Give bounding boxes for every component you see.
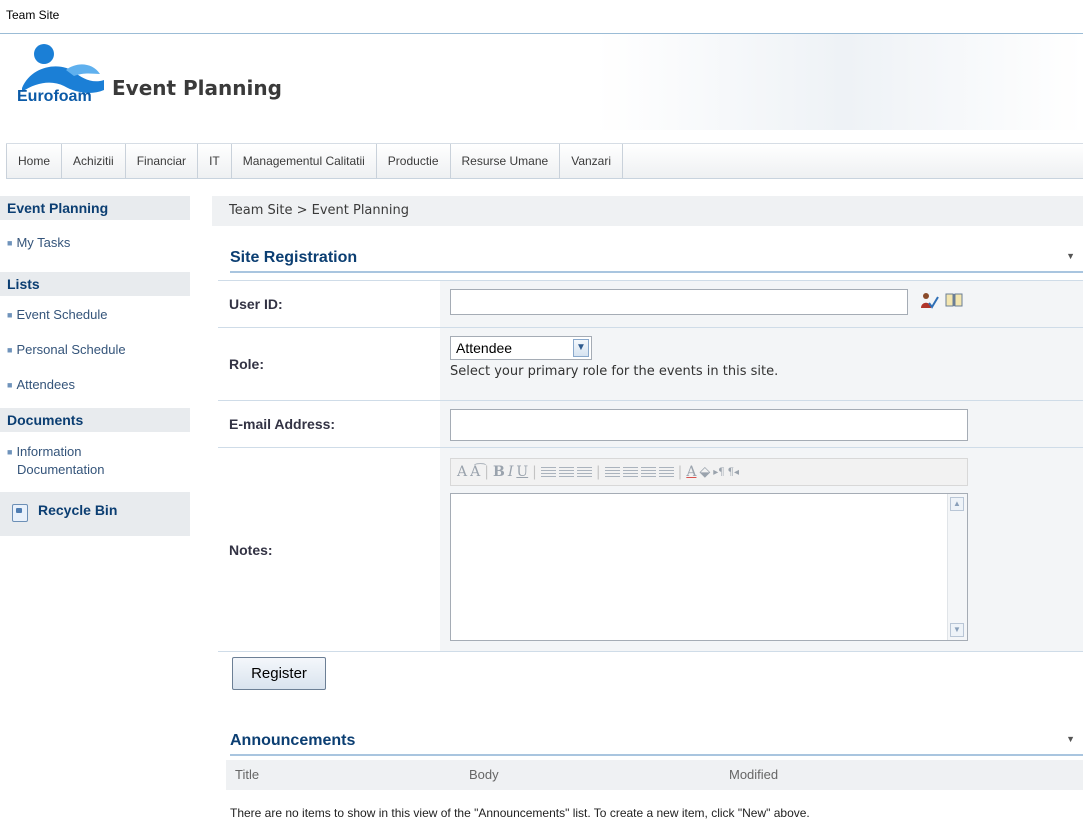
top-site-link[interactable]: Team Site [6, 8, 59, 22]
quick-launch-event-schedule[interactable]: ■ Event Schedule [0, 306, 190, 324]
quick-launch-lists[interactable]: Lists [0, 272, 190, 297]
bullet-icon: ■ [7, 447, 13, 458]
numbered-list-icon[interactable] [604, 466, 620, 478]
italic-icon[interactable]: I [508, 464, 514, 480]
top-bar: Team Site [0, 0, 1083, 34]
increase-indent-icon[interactable] [658, 466, 674, 478]
quick-launch-personal-schedule-label: Personal Schedule [16, 342, 126, 358]
web-part-menu-icon[interactable]: ▼ [1066, 251, 1075, 261]
quick-launch-documents[interactable]: Documents [0, 408, 190, 433]
email-label: E-mail Address: [229, 416, 336, 432]
nav-item-resurse-umane[interactable]: Resurse Umane [451, 144, 561, 178]
site-title[interactable]: Event Planning [112, 76, 282, 100]
nav-item-financiar[interactable]: Financiar [126, 144, 199, 178]
text-color-icon[interactable]: A [686, 464, 696, 480]
quick-launch-information-documentation[interactable]: ■ Information Documentation [0, 443, 127, 478]
nav-item-home[interactable]: Home [6, 144, 63, 178]
breadcrumb-text[interactable]: Team Site > Event Planning [212, 203, 409, 218]
bulleted-list-icon[interactable] [622, 466, 638, 478]
quick-launch-event-planning[interactable]: Event Planning [0, 196, 190, 220]
quick-launch-attendees-label: Attendees [16, 377, 75, 393]
role-hint: Select your primary role for the events … [450, 364, 779, 379]
role-field-cell: Attendee ▼ Select your primary role for … [440, 328, 1083, 400]
quick-launch-attendees[interactable]: ■ Attendees [0, 376, 190, 394]
site-header: Eurofoam Event Planning [0, 34, 1083, 130]
web-part-menu-icon[interactable]: ▼ [1066, 734, 1075, 744]
align-left-icon[interactable] [540, 466, 556, 478]
eurofoam-logo-icon[interactable] [14, 40, 104, 120]
right-to-left-icon[interactable]: ¶◂ [728, 467, 739, 478]
email-field-cell [440, 401, 1083, 447]
top-navigation: Home Achizitii Financiar IT Managementul… [6, 143, 1083, 179]
scroll-up-icon[interactable]: ▲ [950, 497, 964, 511]
toolbar-divider: | [595, 464, 601, 480]
logo-text: Eurofoam [17, 88, 92, 105]
column-header-title[interactable]: Title [235, 767, 259, 782]
toolbar-divider: | [532, 464, 537, 480]
user-id-label: User ID: [229, 296, 283, 312]
quick-launch-my-tasks[interactable]: ■ My Tasks [0, 234, 190, 252]
bullet-icon: ■ [7, 345, 13, 356]
toolbar-divider: | [484, 464, 489, 480]
site-registration-title: Site Registration [230, 249, 358, 266]
announcements-title[interactable]: Announcements [230, 732, 355, 749]
email-input[interactable] [450, 409, 968, 441]
announcements-column-headers: Title Body Modified [226, 760, 1083, 790]
decrease-indent-icon[interactable] [640, 466, 656, 478]
role-label: Role: [229, 356, 264, 372]
user-id-input[interactable] [450, 289, 908, 315]
chevron-down-icon[interactable]: ▼ [573, 339, 589, 357]
font-size-icon[interactable]: A [457, 464, 467, 480]
check-names-icon[interactable] [919, 292, 939, 310]
quick-launch-my-tasks-label: My Tasks [16, 235, 71, 250]
registration-form: User ID: Role: Attendee ▼ Select your pr… [218, 280, 1083, 652]
notes-scrollbar[interactable]: ▲ ▼ [947, 494, 967, 640]
left-to-right-icon[interactable]: ▸¶ [713, 467, 724, 478]
column-header-modified[interactable]: Modified [729, 767, 778, 782]
nav-item-managementul-calitatii[interactable]: Managementul Calitatii [232, 144, 377, 178]
user-id-field-cell [440, 281, 1083, 327]
role-select-value: Attendee [456, 340, 513, 356]
background-color-icon[interactable]: ⬙ [699, 464, 710, 480]
nav-item-achizitii[interactable]: Achizitii [62, 144, 126, 178]
bullet-icon: ■ [7, 380, 13, 391]
nav-item-productie[interactable]: Productie [377, 144, 451, 178]
scroll-down-icon[interactable]: ▼ [950, 623, 964, 637]
form-row-user-id: User ID: [218, 280, 1083, 328]
align-right-icon[interactable] [576, 466, 592, 478]
font-color-icon[interactable]: A͡ [470, 464, 480, 480]
quick-launch: Event Planning ■ My Tasks Lists ■ Event Sc… [0, 196, 190, 537]
bullet-icon: ■ [7, 238, 13, 249]
recycle-bin-icon [12, 504, 28, 523]
align-center-icon[interactable] [558, 466, 574, 478]
role-select[interactable]: Attendee ▼ [450, 336, 592, 360]
bold-icon[interactable]: B [493, 464, 505, 480]
register-button[interactable]: Register [232, 657, 326, 690]
form-row-email: E-mail Address: [218, 401, 1083, 448]
rich-text-toolbar: A A͡ | B I U | | | A ⬙ ▸¶ ¶◂ [450, 458, 968, 486]
quick-launch-personal-schedule[interactable]: ■ Personal Schedule [0, 341, 190, 359]
toolbar-divider: | [677, 464, 683, 480]
notes-field-cell: A A͡ | B I U | | | A ⬙ ▸¶ ¶◂ ▲ ▼ [440, 448, 1083, 651]
announcements-header: Announcements ▼ [230, 728, 1083, 756]
address-book-icon[interactable] [945, 292, 963, 308]
underline-icon[interactable]: U [516, 464, 528, 480]
breadcrumb: Team Site > Event Planning [212, 196, 1083, 226]
recycle-bin[interactable]: Recycle Bin [0, 492, 190, 537]
bullet-icon: ■ [7, 310, 13, 321]
announcements-empty-message: There are no items to show in this view … [230, 806, 810, 820]
recycle-bin-label: Recycle Bin [38, 502, 118, 519]
nav-item-it[interactable]: IT [198, 144, 232, 178]
column-header-body[interactable]: Body [469, 767, 499, 782]
notes-label: Notes: [229, 541, 273, 558]
nav-item-vanzari[interactable]: Vanzari [560, 144, 623, 178]
form-row-role: Role: Attendee ▼ Select your primary rol… [218, 328, 1083, 401]
quick-launch-event-schedule-label: Event Schedule [16, 307, 108, 323]
form-row-notes: Notes: A A͡ | B I U | | | A ⬙ ▸¶ ¶◂ ▲ ▼ [218, 448, 1083, 652]
quick-launch-information-documentation-label: Information Documentation [16, 444, 105, 478]
notes-textarea[interactable]: ▲ ▼ [450, 493, 968, 641]
site-registration-header: Site Registration ▼ [230, 245, 1083, 273]
